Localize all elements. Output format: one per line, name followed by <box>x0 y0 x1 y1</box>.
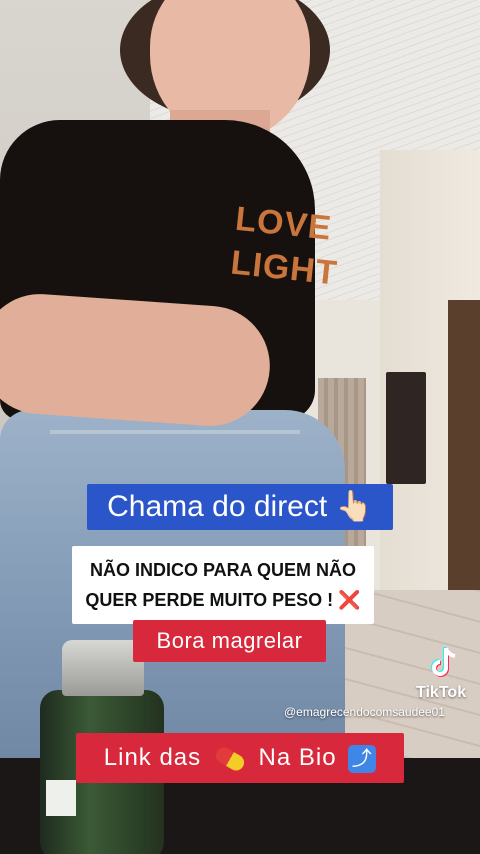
tiktok-handle: @emagrecendocomsaudee01 <box>284 705 445 719</box>
bottle-cap <box>62 640 144 696</box>
caption-warning-line2: QUER PERDE MUITO PESO ! <box>85 590 334 610</box>
pill-icon <box>212 744 247 774</box>
shirt-print-line1: LOVE <box>233 199 334 248</box>
door <box>448 300 480 630</box>
caption-link-suffix: Na Bio <box>258 744 337 771</box>
caption-bora-magrelar: Bora magrelar <box>133 620 326 662</box>
caption-link-prefix: Link das <box>103 744 202 771</box>
tiktok-logo-icon <box>431 647 456 677</box>
shirt-print-line2: LIGHT <box>228 243 340 293</box>
pointing-up-icon: 👆🏻 <box>335 490 373 523</box>
caption-chama-direct: Chama do direct 👆🏻 <box>87 484 393 530</box>
caption-warning-line1: NÃO INDICO PARA QUEM NÃO <box>89 560 356 580</box>
tiktok-brand-label: TikTok <box>416 684 467 701</box>
caption-direct-text: Chama do direct <box>107 490 328 523</box>
arrow-up-right-icon: ⤴ <box>348 744 377 773</box>
wall-tv <box>386 372 426 484</box>
arm <box>0 290 274 430</box>
cross-mark-icon: ❌ <box>338 590 361 610</box>
caption-warning: NÃO INDICO PARA QUEM NÃO QUER PERDE MUIT… <box>72 546 374 624</box>
video-frame: LOVE LIGHT Chama do direct 👆🏻 NÃO INDICO… <box>0 0 480 854</box>
caption-link-bio: Link das Na Bio ⤴ <box>76 733 404 783</box>
bottle-label <box>46 780 76 816</box>
